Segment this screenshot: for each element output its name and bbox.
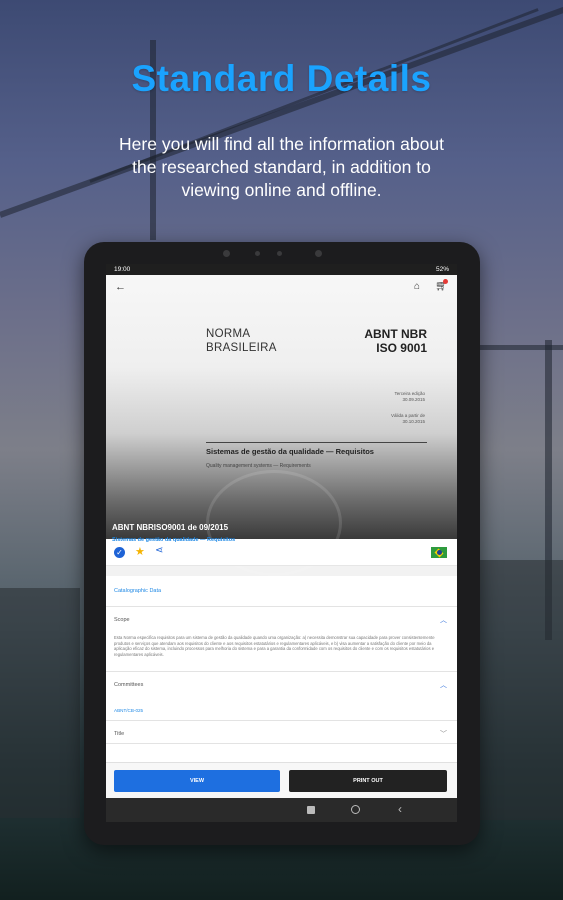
title-section[interactable]: Title ﹀ bbox=[106, 721, 457, 744]
star-icon[interactable]: ★ bbox=[135, 545, 145, 558]
camera-dot bbox=[315, 250, 322, 257]
doc-norma-label: NORMA BRASILEIRA bbox=[206, 328, 277, 354]
doc-subtitle: Quality management systems — Requirement… bbox=[206, 463, 311, 469]
chevron-up-icon[interactable]: ︿ bbox=[440, 680, 447, 690]
arrow-left-icon[interactable]: ← bbox=[115, 281, 126, 293]
bottom-button-bar: VIEW PRINT OUT bbox=[106, 762, 457, 799]
sensor-dot bbox=[255, 251, 260, 256]
check-circle-icon[interactable]: ✓ bbox=[114, 547, 125, 558]
print-out-button[interactable]: PRINT OUT bbox=[289, 770, 447, 792]
doc-edition: Terceira edição 30.09.2015 bbox=[394, 391, 425, 402]
committee-link[interactable]: ABNT/CB-025 bbox=[114, 708, 143, 713]
nav-home-icon[interactable] bbox=[351, 805, 360, 814]
app-screen: 19:00 52% ← ⌂ 🛒︎ NORMA BRASILEIRA ABNT N… bbox=[106, 264, 457, 822]
nav-back-icon[interactable]: ‹ bbox=[398, 802, 402, 816]
doc-validity: Válida a partir de 30.10.2015 bbox=[390, 413, 425, 424]
status-bar: 19:00 52% bbox=[106, 264, 457, 275]
doc-divider bbox=[206, 442, 427, 443]
doc-title: Sistemas de gestão da qualidade — Requis… bbox=[206, 447, 374, 456]
status-battery: 52% bbox=[435, 266, 449, 273]
catalographic-data-label: Catalographic Data bbox=[114, 588, 162, 594]
subtitle: Here you will find all the information a… bbox=[119, 134, 444, 200]
scope-text: Esta Norma especifica requisitos para um… bbox=[114, 635, 435, 657]
action-row: ✓ ★ ⋖ bbox=[106, 539, 457, 566]
cart-badge bbox=[443, 279, 448, 284]
view-button[interactable]: VIEW bbox=[114, 770, 280, 792]
catalographic-data-link[interactable]: Catalographic Data bbox=[106, 576, 457, 607]
title-label: Title bbox=[114, 731, 125, 737]
standard-code: ABNT NBRISO9001 de 09/2015 bbox=[112, 523, 229, 532]
committees-label: Committees bbox=[114, 682, 144, 688]
status-time: 19:00 bbox=[114, 266, 131, 273]
recent-apps-icon[interactable] bbox=[307, 806, 315, 814]
brazil-flag-icon bbox=[431, 547, 447, 558]
scope-label: Scope bbox=[114, 617, 130, 623]
home-icon[interactable]: ⌂ bbox=[414, 281, 420, 292]
doc-code: ABNT NBR ISO 9001 bbox=[364, 327, 427, 355]
chevron-down-icon[interactable]: ﹀ bbox=[440, 729, 447, 739]
committees-section[interactable]: Committees ︿ ABNT/CB-025 bbox=[106, 672, 457, 721]
chevron-up-icon[interactable]: ︿ bbox=[440, 615, 447, 625]
scope-section[interactable]: Scope ︿ Esta Norma especifica requisitos… bbox=[106, 607, 457, 672]
android-nav-bar: ‹ bbox=[106, 798, 457, 822]
share-icon[interactable]: ⋖ bbox=[155, 545, 163, 556]
tablet-device: 19:00 52% ← ⌂ 🛒︎ NORMA BRASILEIRA ABNT N… bbox=[84, 242, 480, 845]
headline: Standard Details bbox=[131, 58, 432, 99]
document-preview[interactable]: ← ⌂ 🛒︎ NORMA BRASILEIRA ABNT NBR ISO 900… bbox=[106, 275, 457, 576]
sensor-dot bbox=[277, 251, 282, 256]
camera-dot bbox=[223, 250, 230, 257]
